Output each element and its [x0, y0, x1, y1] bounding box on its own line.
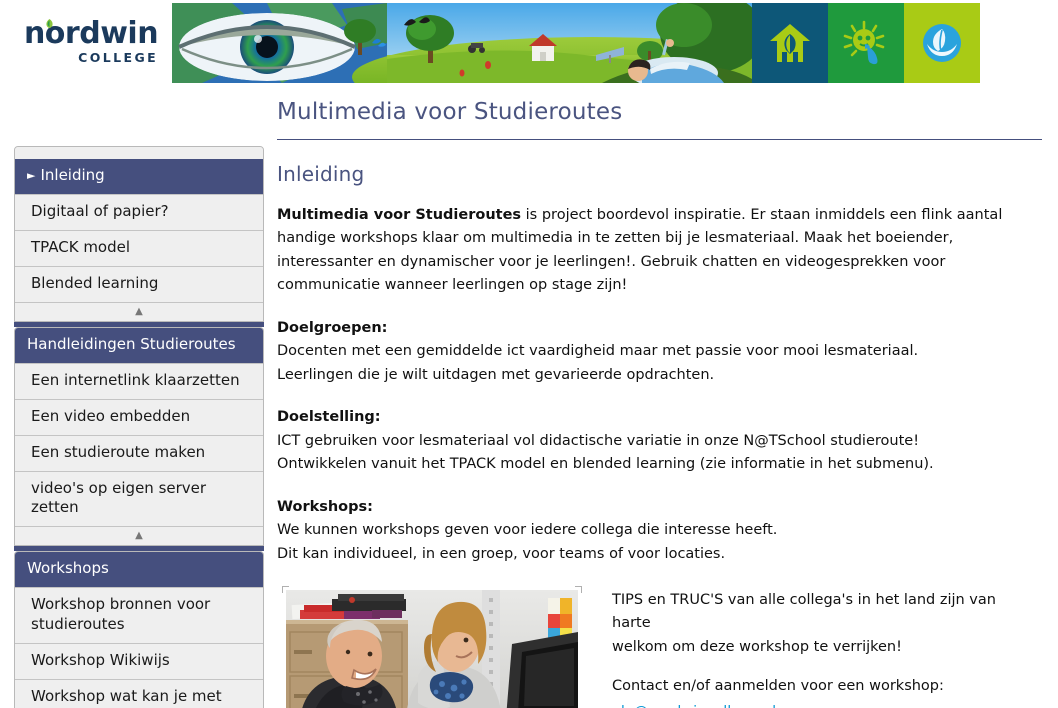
block-line: Docenten met een gemiddelde ict vaardigh…	[277, 343, 919, 360]
sidebar-item-handleidingen-studieroutes[interactable]: Handleidingen Studieroutes	[15, 327, 263, 363]
tips-paragraph: TIPS en TRUC'S van alle collega's in het…	[612, 589, 1032, 659]
sidebar-item-internetlink-klaarzetten[interactable]: Een internetlink klaarzetten	[15, 362, 263, 399]
hand-leaf-icon[interactable]	[904, 3, 980, 83]
sidebar-item-video-embedden[interactable]: Een video embedden	[15, 398, 263, 435]
page-title: Multimedia voor Studieroutes	[277, 99, 623, 125]
bottom-section: TIPS en TRUC'S van alle collega's in het…	[277, 585, 1042, 708]
sun-plug-icon[interactable]	[828, 3, 904, 83]
triangle-right-icon: ►	[27, 169, 36, 182]
menu-group-inleiding: ► Inleiding Digitaal of papier? TPACK mod…	[14, 146, 264, 322]
block-heading: Workshops:	[277, 498, 373, 515]
intro-paragraph: Multimedia voor Studieroutes is project …	[277, 204, 1021, 298]
email-link[interactable]: elo@nordwincollege.nl	[612, 704, 776, 708]
sidebar-item-workshops[interactable]: Workshops	[15, 552, 263, 588]
block-heading: Doelgroepen:	[277, 319, 388, 336]
collapse-toggle-group-1[interactable]: ▲	[15, 301, 263, 321]
site-logo[interactable]: nordwin COLLEGE	[0, 0, 172, 84]
sidebar-item-inleiding[interactable]: ► Inleiding	[15, 159, 263, 194]
logo-lockup: nordwin COLLEGE	[24, 17, 159, 66]
tips-line-2: welkom om deze workshop te verrijken!	[612, 638, 902, 655]
sidebar-item-workshop-powerpoint[interactable]: Workshop wat kan je met PowerPoint?	[15, 679, 263, 708]
workshop-photo	[286, 590, 578, 708]
title-divider	[277, 139, 1042, 140]
menu-cap	[15, 147, 263, 159]
photo-container[interactable]	[282, 585, 582, 708]
sidebar-item-tpack-model[interactable]: TPACK model	[15, 229, 263, 266]
block-line: Ontwikkelen vanuit het TPACK model en bl…	[277, 456, 934, 473]
header-banner-image	[172, 3, 752, 83]
block-workshops: Workshops: We kunnen workshops geven voo…	[277, 496, 1042, 566]
block-doelgroepen: Doelgroepen: Docenten met een gemiddelde…	[277, 317, 1042, 387]
leaf-dot-icon	[44, 17, 55, 29]
block-line: Leerlingen die je wilt uitdagen met geva…	[277, 366, 715, 383]
sidebar-item-videos-eigen-server[interactable]: video's op eigen server zetten	[15, 470, 263, 527]
menu-group-handleidingen: Handleidingen Studieroutes Een internetl…	[14, 326, 264, 547]
sidebar-item-digitaal-of-papier[interactable]: Digitaal of papier?	[15, 193, 263, 230]
tips-line-1: TIPS en TRUC'S van alle collega's in het…	[612, 592, 996, 632]
site-header: nordwin COLLEGE	[0, 0, 1058, 84]
contact-block: TIPS en TRUC'S van alle collega's in het…	[612, 585, 1032, 708]
logo-subtitle: COLLEGE	[78, 50, 159, 66]
block-line: We kunnen workshops geven voor iedere co…	[277, 522, 778, 539]
intro-bold: Multimedia voor Studieroutes	[277, 207, 522, 223]
sidebar-item-label: Inleiding	[40, 166, 105, 184]
main-content: Multimedia voor Studieroutes Inleiding M…	[277, 96, 1042, 708]
page-root: nordwin COLLEGE ► Inleiding Digitaal of …	[0, 0, 1058, 708]
block-heading: Doelstelling:	[277, 409, 381, 426]
section-title: Inleiding	[277, 162, 365, 186]
menu-group-workshops: Workshops Workshop bronnen voor studiero…	[14, 551, 264, 708]
block-doelstelling: Doelstelling: ICT gebruiken voor lesmate…	[277, 406, 1042, 476]
collapse-toggle-group-2[interactable]: ▲	[15, 526, 263, 546]
block-line: ICT gebruiken voor lesmateriaal vol dida…	[277, 432, 920, 449]
sidebar-item-blended-learning[interactable]: Blended learning	[15, 265, 263, 302]
sidebar-item-workshop-wikiwijs[interactable]: Workshop Wikiwijs	[15, 643, 263, 680]
sidebar-item-workshop-bronnen[interactable]: Workshop bronnen voor studieroutes	[15, 587, 263, 644]
header-icon-tiles	[752, 3, 980, 83]
sidebar-navigation: ► Inleiding Digitaal of papier? TPACK mod…	[14, 146, 264, 708]
house-leaf-icon[interactable]	[752, 3, 828, 83]
sidebar-item-studieroute-maken[interactable]: Een studieroute maken	[15, 434, 263, 471]
block-line: Dit kan individueel, in een groep, voor …	[277, 545, 726, 562]
contact-label: Contact en/of aanmelden voor een worksho…	[612, 677, 944, 694]
